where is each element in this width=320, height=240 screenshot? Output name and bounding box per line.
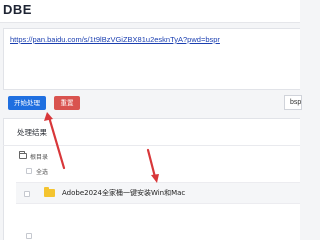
folder-outline-icon	[19, 151, 27, 159]
folder-icon	[44, 187, 55, 197]
select-all-label: 全选	[36, 169, 49, 176]
top-bar: DBE	[0, 0, 300, 23]
extract-code-input[interactable]: bsp	[284, 95, 302, 110]
root-directory-label: 根目录	[30, 154, 49, 161]
link-input-text[interactable]: https://pan.baidu.com/s/1t9lBzVGiZBX81u2…	[10, 35, 220, 44]
start-processing-button[interactable]: 开始处理	[8, 96, 46, 110]
row-checkbox[interactable]	[26, 233, 32, 239]
file-name[interactable]: Adobe2024全家桶一键安装Win和Mac	[62, 188, 185, 198]
reset-button[interactable]: 重置	[54, 96, 80, 110]
select-all-checkbox[interactable]	[26, 168, 32, 174]
results-divider	[3, 145, 300, 146]
app-brand: DBE	[3, 2, 32, 17]
results-title: 处理结果	[17, 128, 47, 137]
results-panel	[3, 118, 300, 240]
file-row-checkbox[interactable]	[24, 191, 30, 197]
